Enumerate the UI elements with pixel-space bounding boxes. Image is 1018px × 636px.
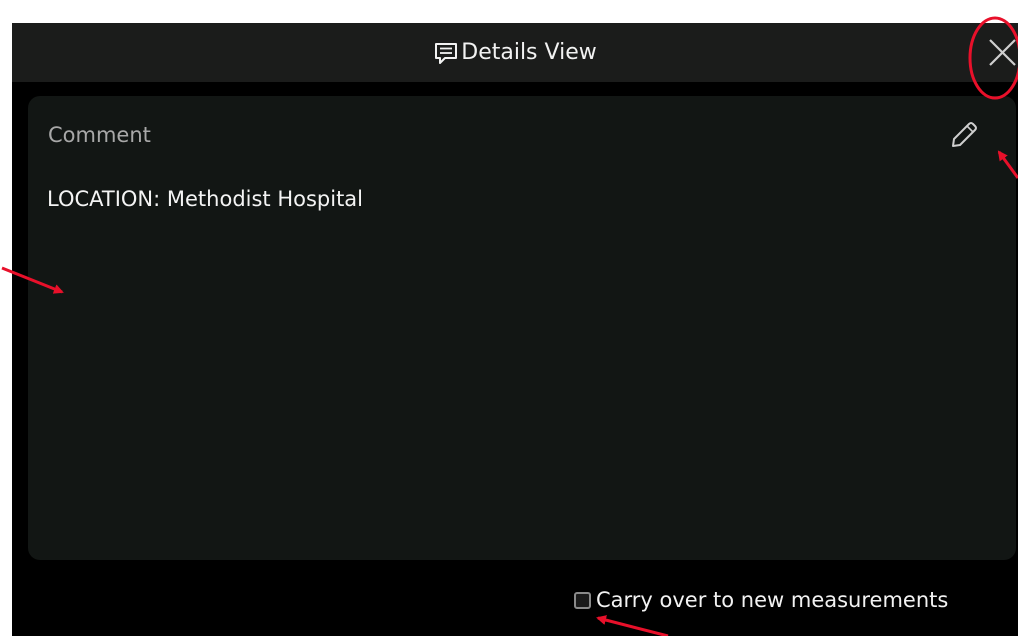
edit-comment-button[interactable] [946,115,982,151]
carry-over-label[interactable]: Carry over to new measurements [596,588,948,612]
comment-panel[interactable]: Comment LOCATION: Methodist Hospital [28,96,1016,560]
carry-over-checkbox[interactable] [574,591,591,609]
comment-label: Comment [48,123,151,147]
pencil-icon [952,122,977,147]
dialog-title: Details View [12,23,1018,82]
screenshot-stage: Details View Comment LOCATION: Methodist… [0,0,1018,636]
dialog-titlebar: Details View [12,23,1018,82]
comment-icon [435,42,458,64]
close-icon [989,39,1016,66]
details-dialog: Details View Comment LOCATION: Methodist… [12,23,1018,636]
close-button[interactable] [984,34,1018,72]
dialog-title-text: Details View [461,40,597,65]
carry-over-option[interactable]: Carry over to new measurements [574,588,948,612]
comment-text[interactable]: LOCATION: Methodist Hospital [47,187,363,211]
